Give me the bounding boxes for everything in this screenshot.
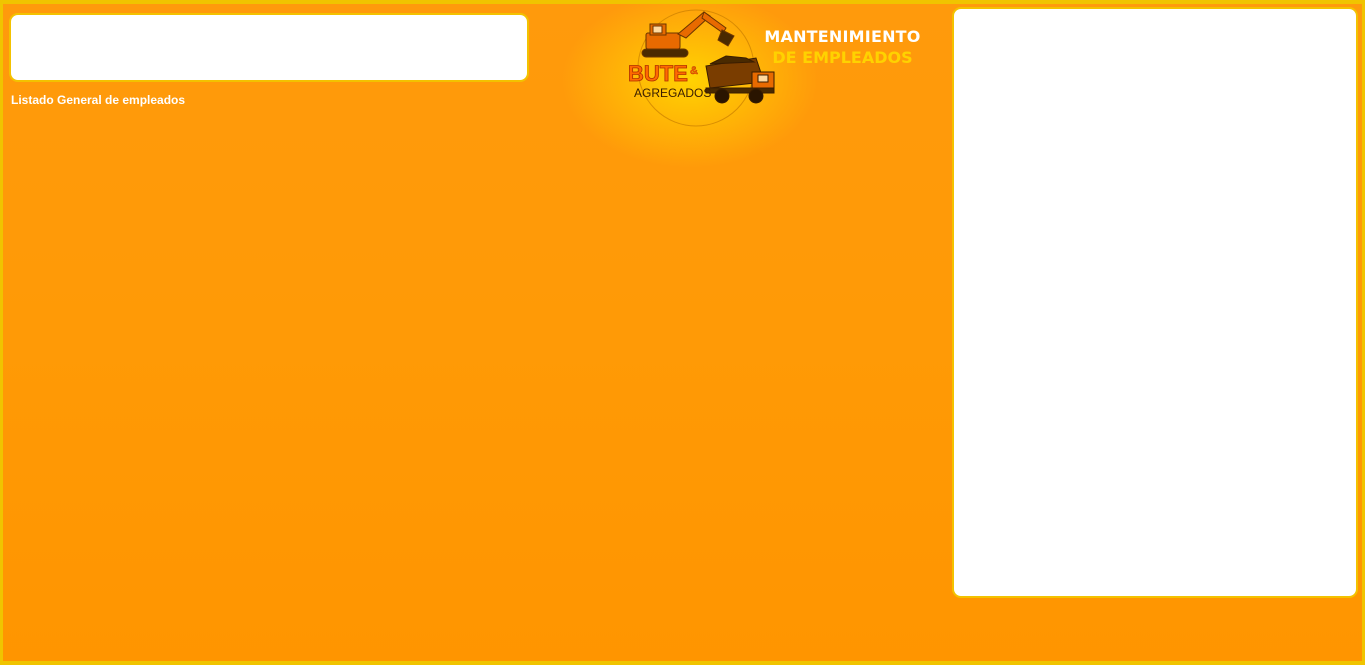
excavator-icon bbox=[641, 11, 735, 58]
logo-brand-sub: AGREGADOS bbox=[634, 86, 711, 100]
page-title-line-2: DE EMPLEADOS bbox=[772, 48, 913, 67]
company-logo: BUTE & AGREGADOS bbox=[628, 9, 775, 127]
employee-list-label: Listado General de empleados bbox=[11, 93, 186, 107]
logo-brand-main: BUTE bbox=[628, 61, 688, 86]
page-title: MANTENIMIENTO DE EMPLEADOS bbox=[760, 27, 925, 67]
logo-brand-amp: & bbox=[690, 65, 698, 77]
top-left-panel bbox=[9, 13, 529, 82]
right-detail-panel bbox=[952, 7, 1358, 598]
page-title-line-1: MANTENIMIENTO bbox=[764, 27, 921, 46]
